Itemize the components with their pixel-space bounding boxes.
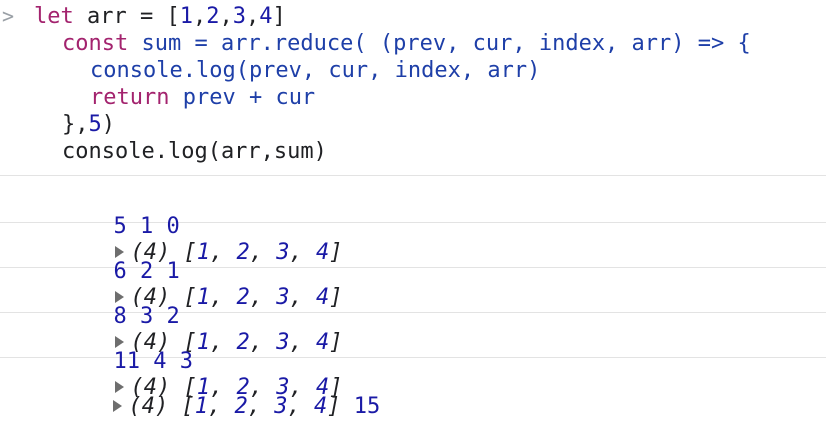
- code-text: console.log(arr,sum): [62, 139, 327, 164]
- number-literal: 5: [88, 112, 102, 137]
- keyword-return: return: [90, 85, 170, 110]
- prompt-chevron-icon: >: [2, 4, 15, 28]
- code-line-6: console.log(arr,sum): [62, 139, 327, 165]
- bracket: ]: [327, 394, 341, 419]
- number-literal: 4: [259, 4, 273, 29]
- console-input-block[interactable]: > let arr = [1,2,3,4] const sum = arr.re…: [0, 0, 826, 176]
- code-text: arr = [: [73, 4, 180, 29]
- code-text: console.log(prev, cur, index, arr): [90, 58, 541, 83]
- code-line-4: return prev + cur: [90, 85, 315, 111]
- code-line-3: console.log(prev, cur, index, arr): [90, 58, 540, 84]
- log-row: 6 2 1 (4) [1, 2, 3, 4]: [0, 223, 826, 310]
- log-row: 5 1 0 (4) [1, 2, 3, 4]: [0, 178, 826, 265]
- code-text: ): [101, 112, 115, 137]
- array-preview[interactable]: (4) [1, 2, 3, 4]: [128, 394, 340, 419]
- bracket: [: [181, 394, 195, 419]
- devtools-console: > let arr = [1,2,3,4] const sum = arr.re…: [0, 0, 826, 419]
- array-item: 3: [274, 394, 288, 419]
- keyword-const: const: [62, 31, 129, 56]
- number-literal: 1: [179, 4, 193, 29]
- code-text: sum = arr.reduce( (prev, cur, index, arr…: [128, 31, 751, 56]
- array-item: 1: [194, 394, 208, 419]
- keyword-let: let: [34, 4, 74, 29]
- log-row: 11 4 3 (4) [1, 2, 3, 4]: [0, 313, 826, 400]
- bracket: ]: [272, 4, 286, 29]
- code-line-5: },5): [62, 112, 115, 138]
- comma: ,: [192, 4, 207, 29]
- log-row: 8 3 2 (4) [1, 2, 3, 4]: [0, 268, 826, 355]
- log-row-final: (4) [1, 2, 3, 4] 15: [0, 358, 826, 419]
- array-item: 2: [234, 394, 248, 419]
- comma: ,: [245, 4, 260, 29]
- code-text: },: [62, 112, 89, 137]
- code-line-2: const sum = arr.reduce( (prev, cur, inde…: [62, 31, 751, 57]
- number-literal: 3: [232, 4, 246, 29]
- array-count: (4): [128, 394, 182, 419]
- code-text: prev + cur: [169, 85, 316, 110]
- sum-value: 15: [353, 394, 381, 419]
- code-line-1: let arr = [1,2,3,4]: [34, 4, 286, 30]
- array-item: 4: [313, 394, 328, 419]
- comma: ,: [219, 4, 233, 29]
- number-literal: 2: [206, 4, 220, 29]
